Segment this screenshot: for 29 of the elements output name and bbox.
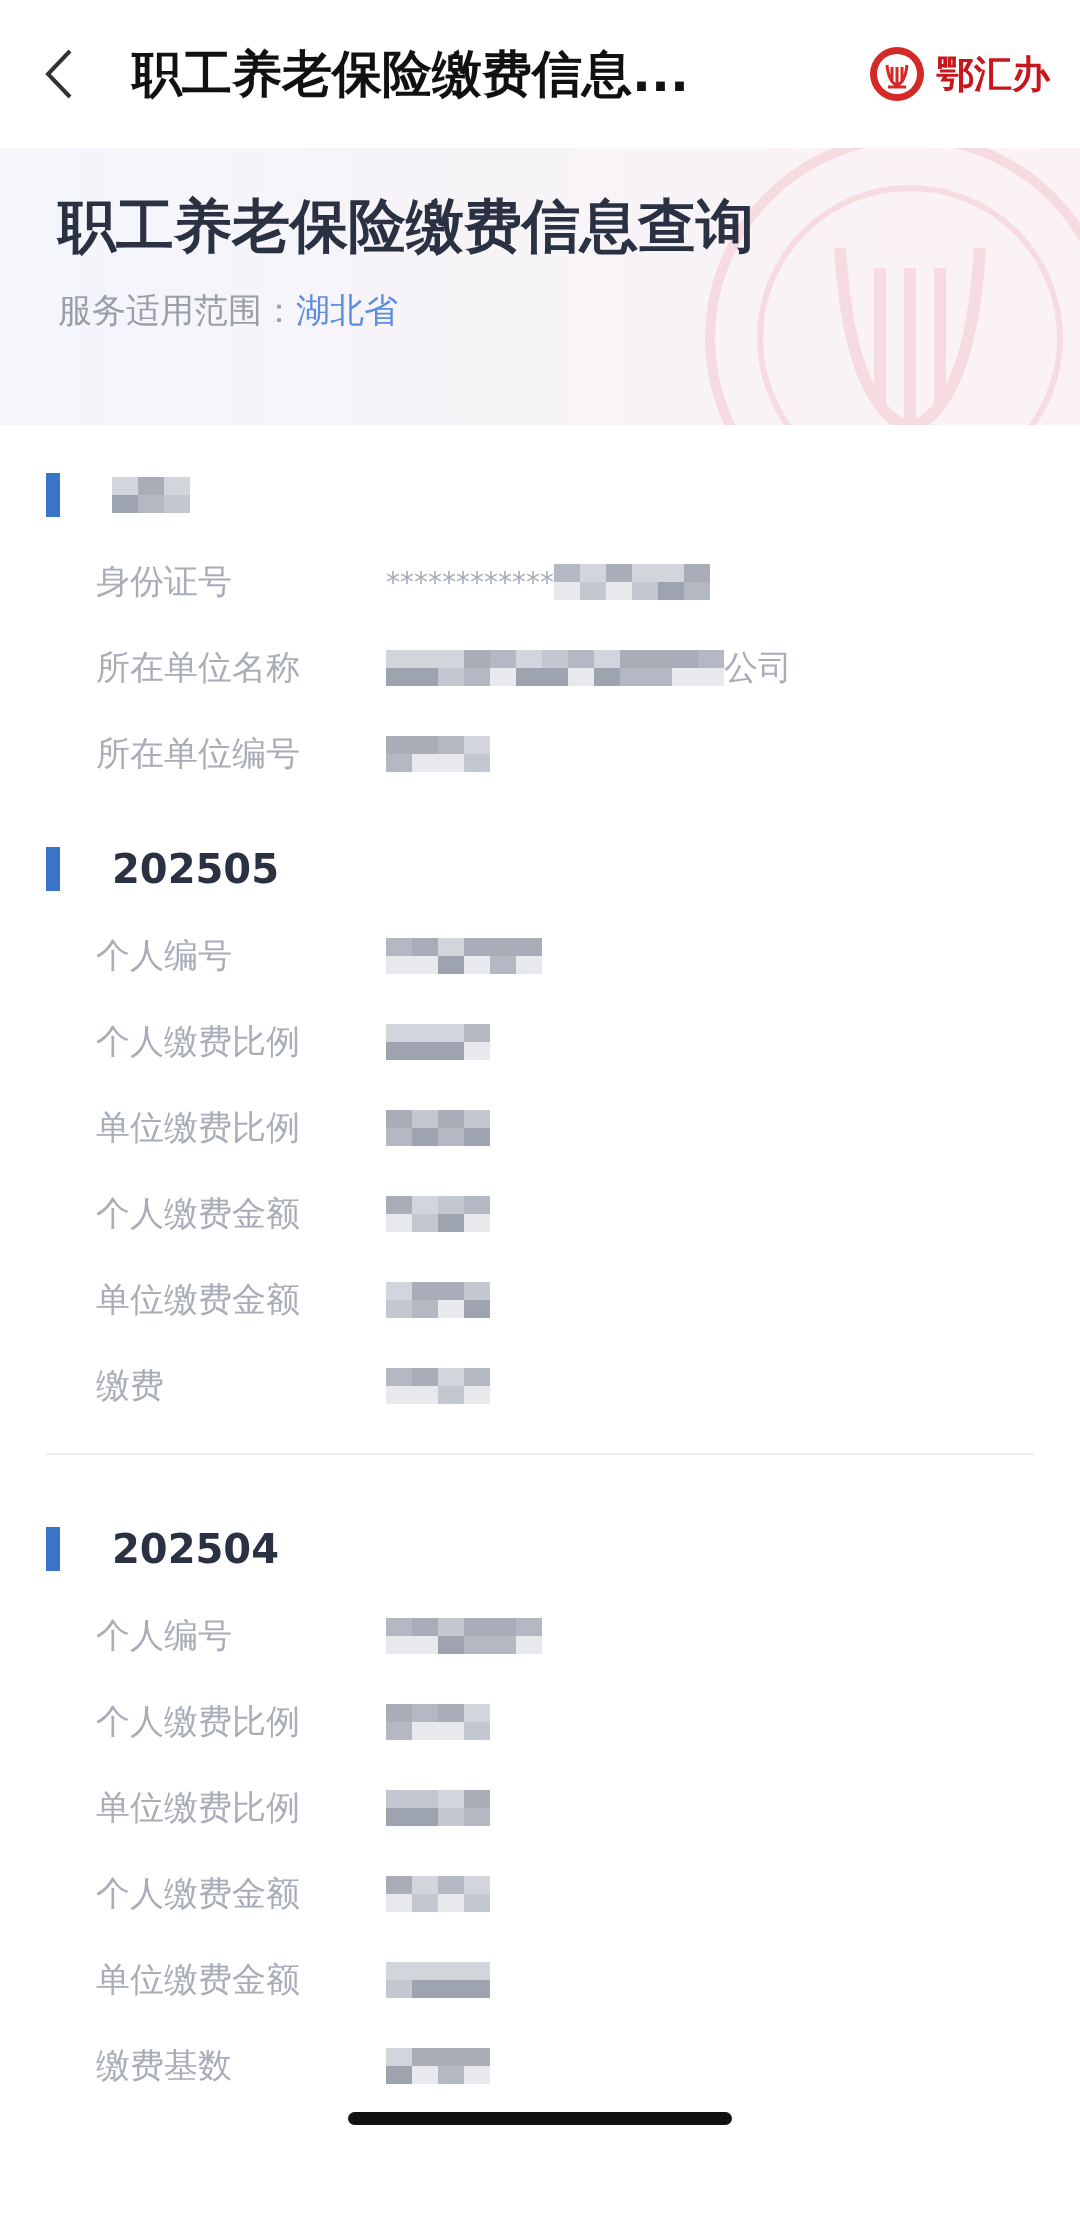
field-label: 缴费基数 — [96, 2044, 233, 2087]
lyre-emblem-icon — [868, 45, 926, 103]
scope-value: 湖北省 — [296, 290, 398, 330]
field-label: 身份证号 — [96, 560, 233, 603]
field-label: 单位缴费金额 — [96, 1958, 301, 2001]
section-heading: 202505 — [112, 846, 279, 892]
field-label: 单位缴费金额 — [96, 1278, 301, 1321]
section-heading: 202504 — [112, 1526, 279, 1572]
scope-label: 服务适用范围： — [58, 290, 296, 330]
service-title: 职工养老保险缴费信息查询 — [58, 191, 755, 262]
field-label: 个人缴费金额 — [96, 1192, 301, 1235]
field-label: 所在单位名称 — [96, 646, 301, 689]
field-label: 缴费 — [96, 1364, 165, 1407]
section-marker — [46, 847, 60, 891]
field-label: 个人编号 — [96, 934, 233, 977]
field-value: ************ — [386, 565, 554, 599]
field-label: 单位缴费比例 — [96, 1786, 301, 1829]
page-title: 职工养老保险缴费信息... — [132, 43, 690, 105]
back-icon[interactable] — [44, 48, 74, 100]
field-label: 个人缴费比例 — [96, 1700, 301, 1743]
logo-text: 鄂汇办 — [936, 49, 1050, 98]
field-label: 所在单位编号 — [96, 732, 301, 775]
section-marker — [46, 1527, 60, 1571]
field-label: 个人缴费金额 — [96, 1872, 301, 1915]
field-label: 个人缴费比例 — [96, 1020, 301, 1063]
field-label: 单位缴费比例 — [96, 1106, 301, 1149]
field-value: 公司 — [724, 646, 792, 689]
field-label: 个人编号 — [96, 1614, 233, 1657]
section-marker — [46, 473, 60, 517]
